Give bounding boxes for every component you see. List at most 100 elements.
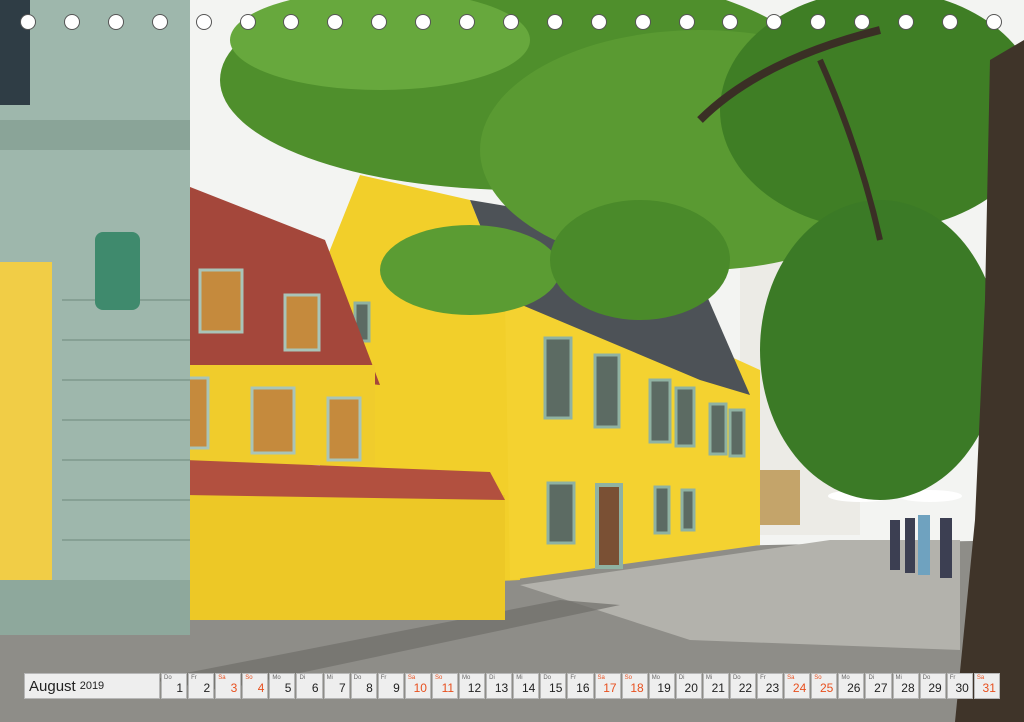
binding-hole	[20, 14, 36, 30]
binding-holes	[20, 14, 1020, 34]
day-number: 20	[684, 681, 698, 695]
day-cell: Fr 16	[567, 673, 594, 699]
binding-hole	[546, 14, 563, 30]
weekday-abbr: Fr	[380, 675, 387, 681]
weekday-abbr: Mi	[326, 675, 333, 681]
weekday-abbr: Do	[353, 675, 362, 681]
weekday-abbr: So	[245, 675, 253, 681]
binding-hole	[239, 14, 256, 30]
day-cell: So 4	[242, 673, 269, 699]
yellow-garden-wall	[185, 495, 505, 620]
binding-hole	[502, 14, 519, 30]
binding-hole	[766, 14, 783, 30]
binding-hole	[151, 14, 168, 30]
day-number: 19	[657, 681, 671, 695]
weekday-abbr: Do	[164, 675, 172, 681]
day-cell: Do 15	[540, 673, 567, 699]
month-label-box: August 2019	[24, 673, 160, 699]
day-cell: Do 1	[161, 673, 188, 699]
day-number: 16	[576, 681, 590, 695]
day-number: 7	[338, 681, 346, 695]
day-cell: Fr 23	[757, 673, 784, 699]
calendar-photo	[0, 0, 1024, 722]
day-number: 25	[819, 681, 834, 695]
day-number: 4	[257, 681, 265, 695]
day-number: 9	[393, 681, 400, 695]
month-name: August	[29, 677, 76, 695]
front-door	[595, 483, 623, 569]
day-cell: Di 20	[675, 673, 702, 699]
day-number: 18	[630, 681, 644, 695]
day-cell: Do 22	[729, 673, 757, 699]
binding-hole	[854, 14, 871, 30]
day-number: 3	[230, 681, 238, 695]
day-cell: Mi 28	[892, 673, 919, 699]
day-cell: Mo 19	[648, 673, 675, 699]
calendar-strip: August 2019 Do 1 Fr 2 Sa 3 So 4 Mo 5 Di 6 Mi 7 Do 8 Fr 9 S…	[24, 673, 1000, 699]
binding-hole	[107, 14, 124, 30]
binding-hole	[63, 14, 80, 30]
street-lamp	[95, 232, 140, 310]
binding-hole	[634, 14, 651, 30]
binding-hole	[283, 14, 300, 30]
binding-hole	[985, 14, 1002, 30]
day-cell: Mi 21	[702, 673, 729, 699]
day-cell: Sa 31	[973, 673, 1000, 699]
day-cell: Do 29	[919, 673, 946, 699]
day-cell: Di 6	[296, 673, 323, 699]
day-number: 29	[928, 681, 942, 695]
weekday-abbr: Mo	[272, 675, 281, 681]
binding-hole	[678, 14, 695, 30]
weekday-abbr: Di	[299, 675, 306, 681]
day-number: 1	[176, 681, 184, 695]
binding-hole	[415, 14, 432, 30]
binding-hole	[941, 14, 958, 30]
day-cell: Mi 14	[513, 673, 540, 699]
day-number: 5	[284, 681, 292, 695]
day-cell: Fr 30	[946, 673, 973, 699]
day-cell: Sa 10	[404, 673, 431, 699]
day-number: 17	[603, 681, 617, 695]
day-cell: Di 13	[486, 673, 513, 699]
pedestrians	[890, 515, 952, 578]
year: 2019	[79, 680, 105, 692]
day-number: 27	[874, 681, 888, 695]
day-cell: So 11	[431, 673, 459, 699]
day-cell: Do 8	[350, 673, 377, 699]
day-number: 23	[765, 681, 780, 695]
day-cell: Fr 2	[188, 673, 215, 699]
day-cell: So 25	[811, 673, 838, 699]
shop-window	[0, 262, 52, 580]
binding-hole	[898, 14, 914, 30]
day-number: 10	[413, 681, 427, 695]
day-cell: Mo 5	[269, 673, 296, 699]
day-number: 31	[982, 681, 996, 695]
day-number: 22	[738, 681, 753, 695]
day-number: 21	[711, 681, 725, 695]
day-cell: So 18	[621, 673, 648, 699]
binding-hole	[371, 14, 388, 30]
day-number: 6	[311, 681, 319, 695]
day-cell: Di 27	[865, 673, 892, 699]
day-cell: Sa 24	[784, 673, 811, 699]
binding-hole	[327, 14, 344, 30]
day-number: 28	[901, 681, 915, 695]
day-cell: Fr 9	[377, 673, 404, 699]
binding-hole	[459, 14, 475, 30]
day-number: 8	[366, 681, 373, 695]
binding-hole	[810, 14, 827, 30]
day-number: 30	[955, 681, 969, 695]
day-number: 12	[467, 681, 482, 695]
day-number: 14	[521, 681, 536, 695]
day-cell: Mi 7	[323, 673, 350, 699]
day-cell: Sa 17	[594, 673, 621, 699]
binding-hole	[590, 14, 607, 30]
day-number: 15	[549, 681, 563, 695]
day-number: 24	[792, 681, 807, 695]
binding-hole	[722, 14, 739, 30]
weekday-abbr: Fr	[191, 675, 197, 681]
day-cell: Mo 26	[838, 673, 865, 699]
day-cell: Mo 12	[459, 673, 486, 699]
day-cells: Do 1 Fr 2 Sa 3 So 4 Mo 5 Di 6 Mi 7 Do 8 Fr 9 Sa 10 So 11 Mo 12 D…	[160, 673, 1000, 699]
day-number: 13	[494, 681, 509, 695]
